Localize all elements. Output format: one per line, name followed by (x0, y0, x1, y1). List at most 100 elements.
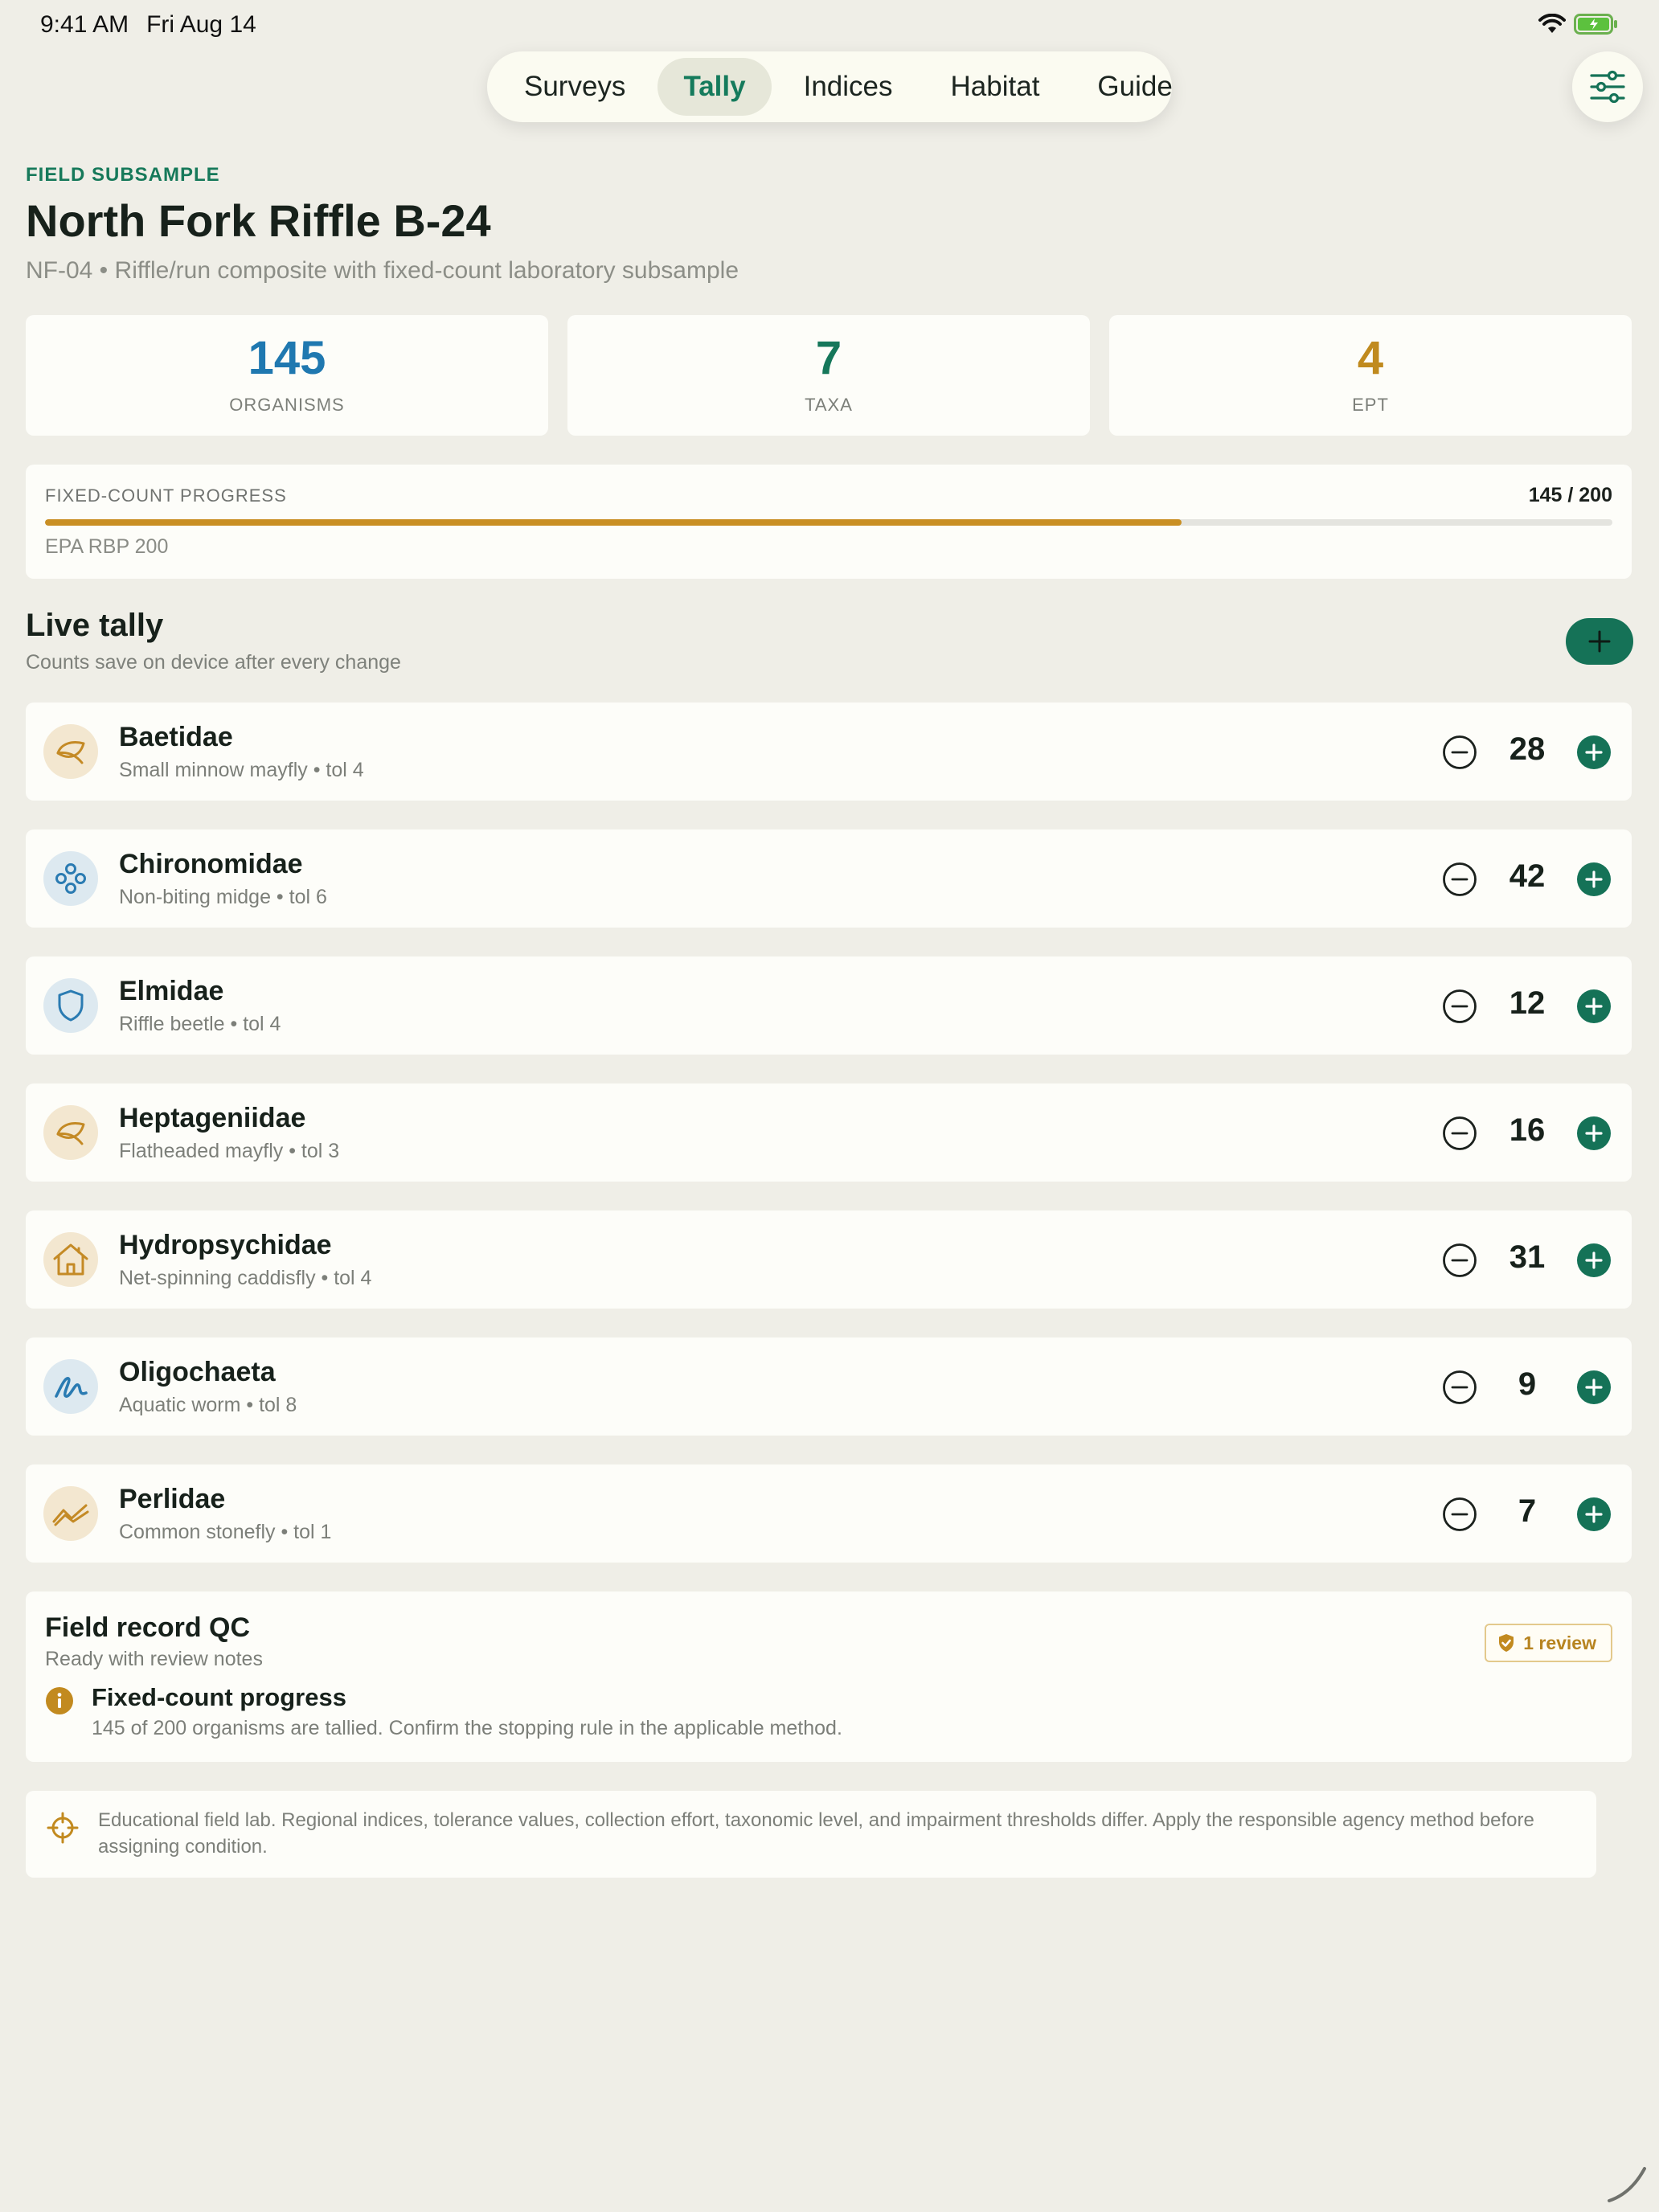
progress-title: FIXED-COUNT PROGRESS (45, 485, 287, 506)
app-root: 9:41 AM Fri Aug 14 Surveys Tally Indices … (0, 0, 1659, 2212)
progress-bar-track (45, 519, 1612, 526)
taxon-meta: Small minnow mayfly • tol 4 (119, 759, 364, 781)
status-time: 9:41 AM Fri Aug 14 (40, 11, 256, 39)
stat-value: 7 (815, 332, 842, 384)
review-badge-label: 1 review (1523, 1632, 1596, 1653)
taxon-row-oligochaeta: Oligochaeta Aquatic worm • tol 8 9 (26, 1337, 1632, 1436)
tab-habitat[interactable]: Habitat (925, 58, 1066, 116)
wave-icon (51, 1497, 91, 1530)
increment-button[interactable] (1577, 1370, 1611, 1404)
taxon-row-heptageniidae: Heptageniidae Flatheaded mayfly • tol 3 … (26, 1083, 1632, 1182)
molecule-icon (53, 861, 88, 896)
taxon-name: Heptageniidae (119, 1103, 306, 1133)
taxon-row-baetidae: Baetidae Small minnow mayfly • tol 4 28 (26, 703, 1632, 801)
taxon-count: 9 (1518, 1366, 1537, 1402)
wifi-icon (1538, 14, 1566, 33)
stat-value: 145 (248, 332, 326, 384)
scribble-handle-icon (1608, 2167, 1646, 2202)
tab-surveys[interactable]: Surveys (498, 58, 651, 116)
taxon-count: 16 (1509, 1112, 1546, 1148)
stat-card-organisms: 145 ORGANISMS (26, 315, 548, 436)
status-date: Fri Aug 14 (146, 11, 256, 38)
decrement-button[interactable] (1442, 1116, 1477, 1151)
leaf-icon (53, 1115, 88, 1150)
taxon-count: 42 (1509, 858, 1546, 894)
stat-value: 4 (1357, 332, 1384, 384)
stat-cards: 145 ORGANISMS 7 TAXA 4 EPT (26, 315, 1632, 436)
stat-label: ORGANISMS (229, 395, 345, 415)
tab-tally[interactable]: Tally (657, 58, 772, 116)
taxon-meta: Non-biting midge • tol 6 (119, 886, 327, 908)
disclaimer-card: Educational field lab. Regional indices,… (26, 1791, 1596, 1878)
increment-button[interactable] (1577, 735, 1611, 769)
taxon-count: 31 (1509, 1239, 1546, 1275)
page-title: North Fork Riffle B-24 (26, 195, 491, 246)
qc-issue-title: Fixed-count progress (92, 1683, 346, 1711)
taxon-meta: Net-spinning caddisfly • tol 4 (119, 1267, 372, 1289)
taxon-name: Oligochaeta (119, 1357, 276, 1387)
taxon-row-chironomidae: Chironomidae Non-biting midge • tol 6 42 (26, 830, 1632, 928)
live-tally-subtitle: Counts save on device after every change (26, 651, 401, 674)
status-icons (1538, 13, 1619, 35)
decrement-button[interactable] (1442, 1497, 1477, 1532)
taxon-name: Elmidae (119, 976, 224, 1006)
taxon-meta: Common stonefly • tol 1 (119, 1521, 332, 1543)
increment-button[interactable] (1577, 1116, 1611, 1150)
increment-button[interactable] (1577, 1497, 1611, 1531)
shield-check-icon (1499, 1634, 1514, 1652)
decrement-button[interactable] (1442, 735, 1477, 770)
taxon-meta: Aquatic worm • tol 8 (119, 1394, 297, 1416)
review-badge[interactable]: 1 review (1485, 1624, 1612, 1662)
qc-title: Field record QC (45, 1612, 251, 1643)
decrement-button[interactable] (1442, 1243, 1477, 1278)
taxon-meta: Riffle beetle • tol 4 (119, 1013, 281, 1035)
fixed-count-progress-card: FIXED-COUNT PROGRESS 145 / 200 EPA RBP 2… (26, 465, 1632, 579)
field-record-qc-card: Field record QC Ready with review notes … (26, 1591, 1632, 1762)
tab-indices[interactable]: Indices (778, 58, 919, 116)
segmented-nav: Surveys Tally Indices Habitat Guide (487, 51, 1173, 122)
taxa-list: Baetidae Small minnow mayfly • tol 4 28 … (26, 703, 1632, 1591)
tab-guide[interactable]: Guide (1071, 58, 1198, 116)
status-clock: 9:41 AM (40, 11, 129, 38)
taxon-count: 28 (1509, 731, 1546, 767)
taxon-meta: Flatheaded mayfly • tol 3 (119, 1140, 340, 1162)
increment-button[interactable] (1577, 1243, 1611, 1277)
stat-card-taxa: 7 TAXA (567, 315, 1090, 436)
squiggle-icon (52, 1369, 89, 1404)
taxon-icon-badge (43, 724, 98, 779)
taxon-icon-badge (43, 851, 98, 906)
progress-count: 145 / 200 (1528, 484, 1612, 506)
decrement-button[interactable] (1442, 989, 1477, 1024)
stat-label: TAXA (805, 395, 853, 415)
battery-icon (1574, 14, 1617, 35)
taxon-icon-badge (43, 978, 98, 1033)
taxon-name: Chironomidae (119, 849, 303, 879)
taxon-icon-badge (43, 1232, 98, 1287)
decrement-button[interactable] (1442, 1370, 1477, 1405)
info-icon (46, 1687, 73, 1714)
stat-card-ept: 4 EPT (1109, 315, 1632, 436)
taxon-count: 7 (1518, 1493, 1537, 1529)
disclaimer-text: Educational field lab. Regional indices,… (98, 1809, 1534, 1858)
taxon-row-hydropsychidae: Hydropsychidae Net-spinning caddisfly • … (26, 1210, 1632, 1309)
decrement-button[interactable] (1442, 862, 1477, 897)
plus-icon (1588, 630, 1611, 653)
taxon-icon-badge (43, 1105, 98, 1160)
shield-icon (55, 988, 87, 1023)
add-taxon-button[interactable] (1566, 618, 1633, 665)
taxon-count: 12 (1509, 985, 1546, 1021)
taxon-row-perlidae: Perlidae Common stonefly • tol 1 7 (26, 1464, 1632, 1563)
qc-issue-body: 145 of 200 organisms are tallied. Confir… (92, 1717, 842, 1739)
progress-bar-fill (45, 519, 1182, 526)
taxon-icon-badge (43, 1359, 98, 1414)
taxon-row-elmidae: Elmidae Riffle beetle • tol 4 12 (26, 956, 1632, 1055)
crosshair-icon (47, 1812, 79, 1844)
qc-subtitle: Ready with review notes (45, 1648, 263, 1670)
taxon-icon-badge (43, 1486, 98, 1541)
sliders-icon (1590, 70, 1625, 104)
page-subtitle: NF-04 • Riffle/run composite with fixed-… (26, 257, 739, 284)
increment-button[interactable] (1577, 862, 1611, 896)
increment-button[interactable] (1577, 989, 1611, 1023)
settings-button[interactable] (1572, 51, 1643, 122)
taxon-name: Baetidae (119, 722, 233, 752)
